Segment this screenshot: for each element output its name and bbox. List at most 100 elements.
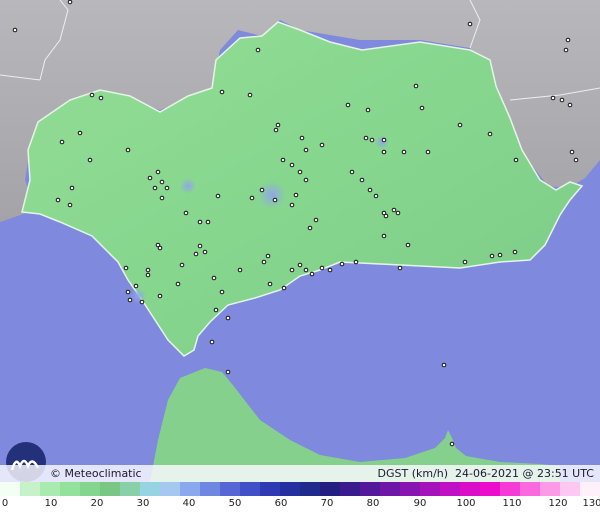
color-swatch	[420, 482, 440, 496]
color-swatch	[260, 482, 280, 496]
color-swatch	[140, 482, 160, 496]
station-marker	[359, 177, 365, 183]
scale-tick-label: 20	[90, 498, 104, 509]
color-swatch	[360, 482, 380, 496]
weather-map: © Meteoclimatic DGST (km/h) 24-06-2021 @…	[0, 0, 600, 517]
color-scale-legend: 0 10 20 30 40 50 60 70 80 90 100 110 120 130	[0, 482, 600, 517]
station-marker	[457, 122, 463, 128]
color-swatch	[60, 482, 80, 496]
station-marker	[247, 92, 253, 98]
color-swatch	[220, 482, 240, 496]
station-marker	[259, 187, 265, 193]
station-marker	[565, 37, 571, 43]
scale-tick-label: 40	[182, 498, 196, 509]
station-marker	[381, 149, 387, 155]
map-canvas	[0, 0, 600, 517]
scale-tick-label: 130	[582, 498, 600, 509]
color-swatch	[120, 482, 140, 496]
scale-tick-label: 70	[320, 498, 334, 509]
station-marker	[125, 147, 131, 153]
station-marker	[467, 21, 473, 27]
station-marker	[395, 210, 401, 216]
color-scale-ticks: 0 10 20 30 40 50 60 70 80 90 100 110 120 130	[0, 498, 600, 514]
station-marker	[487, 131, 493, 137]
station-marker	[365, 107, 371, 113]
unit-label: (km/h)	[411, 467, 449, 480]
color-swatch	[100, 482, 120, 496]
station-marker	[353, 259, 359, 265]
scale-tick-label: 60	[274, 498, 288, 509]
station-marker	[98, 95, 104, 101]
color-swatch	[0, 482, 20, 496]
station-marker	[225, 315, 231, 321]
station-marker	[345, 102, 351, 108]
scale-tick-label: 120	[548, 498, 568, 509]
station-marker	[513, 157, 519, 163]
station-marker	[373, 193, 379, 199]
color-swatch	[80, 482, 100, 496]
station-marker	[77, 130, 83, 136]
wind-hotspot	[180, 178, 196, 194]
station-marker	[193, 251, 199, 257]
color-swatch	[20, 482, 40, 496]
station-marker	[123, 265, 129, 271]
station-marker	[12, 27, 18, 33]
station-marker	[299, 135, 305, 141]
station-marker	[219, 289, 225, 295]
station-marker	[164, 185, 170, 191]
wind-hotspot	[375, 135, 389, 149]
station-marker	[497, 252, 503, 258]
station-marker	[69, 185, 75, 191]
color-swatch	[320, 482, 340, 496]
color-swatch	[340, 482, 360, 496]
scale-tick-label: 30	[136, 498, 150, 509]
station-marker	[202, 249, 208, 255]
station-marker	[197, 243, 203, 249]
station-marker	[249, 195, 255, 201]
scale-tick-label: 10	[44, 498, 58, 509]
station-marker	[319, 142, 325, 148]
color-swatch	[280, 482, 300, 496]
station-marker	[413, 83, 419, 89]
color-swatch	[160, 482, 180, 496]
time-separator: @	[522, 467, 534, 480]
station-marker	[273, 127, 279, 133]
scale-tick-label: 50	[228, 498, 242, 509]
color-swatch	[580, 482, 600, 496]
station-marker	[289, 267, 295, 273]
station-marker	[215, 193, 221, 199]
station-marker	[369, 137, 375, 143]
station-marker	[405, 242, 411, 248]
station-marker	[209, 339, 215, 345]
station-marker	[397, 265, 403, 271]
station-marker	[383, 213, 389, 219]
color-swatch	[200, 482, 220, 496]
station-marker	[237, 267, 243, 273]
station-marker	[280, 157, 286, 163]
station-marker	[267, 281, 273, 287]
color-swatch	[40, 482, 60, 496]
variable-label: DGST	[377, 467, 409, 480]
station-marker	[569, 149, 575, 155]
station-marker	[319, 265, 325, 271]
station-marker	[449, 441, 455, 447]
station-marker	[157, 245, 163, 251]
station-marker	[261, 259, 267, 265]
station-marker	[205, 219, 211, 225]
station-marker	[419, 105, 425, 111]
station-marker	[275, 122, 281, 128]
station-marker	[67, 0, 73, 5]
scale-tick-label: 80	[366, 498, 380, 509]
credit-text: © Meteoclimatic	[50, 467, 142, 480]
color-swatch	[500, 482, 520, 496]
station-marker	[133, 283, 139, 289]
station-marker	[289, 162, 295, 168]
station-marker	[183, 210, 189, 216]
station-marker	[211, 275, 217, 281]
station-marker	[67, 202, 73, 208]
station-marker	[139, 299, 145, 305]
station-marker	[127, 297, 133, 303]
station-marker	[225, 369, 231, 375]
timestamp-label: DGST (km/h) 24-06-2021 @ 23:51 UTC	[377, 465, 594, 482]
station-marker	[179, 262, 185, 268]
